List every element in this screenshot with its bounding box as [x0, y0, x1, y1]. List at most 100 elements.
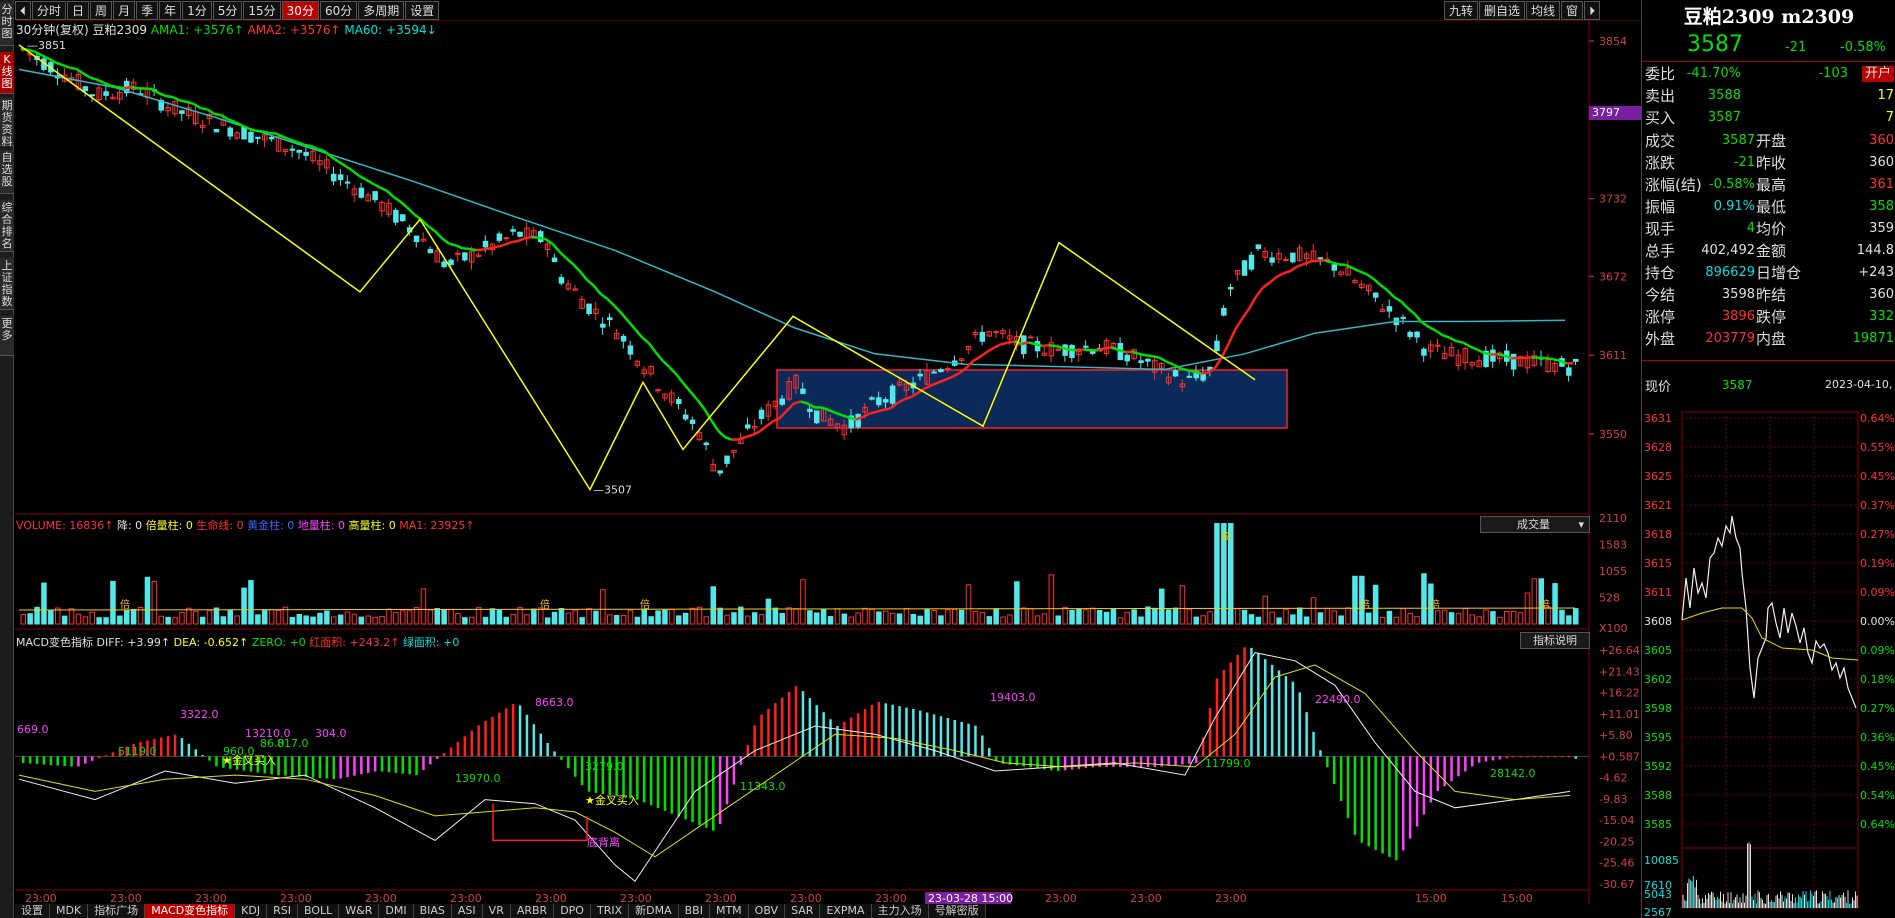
sidebar-item-6[interactable]: 更多: [0, 316, 14, 356]
indicator-tab-5[interactable]: RSI: [267, 904, 298, 918]
indicator-tab-20[interactable]: EXPMA: [820, 904, 872, 918]
volume-bar: [986, 616, 992, 625]
ama-segment: [1428, 325, 1437, 332]
sidebar-item-2[interactable]: 期货资料: [0, 98, 14, 148]
volume-bar: [20, 613, 26, 625]
ama-segment: [675, 373, 685, 385]
ama-segment: [489, 245, 498, 250]
ama-segment: [1220, 343, 1230, 359]
indicator-tab-11[interactable]: VR: [482, 904, 511, 918]
indicator-tab-15[interactable]: 新DMA: [629, 904, 679, 918]
price-tick-label: 3854: [1599, 35, 1627, 48]
toolbar-right-button-4[interactable]: ⏵: [1584, 1, 1601, 20]
orderbook-label: 买入: [1645, 109, 1676, 127]
ama-segment: [765, 420, 774, 428]
intraday-pct-label: 0.09%: [1860, 586, 1895, 599]
period-tab-1[interactable]: 日: [67, 1, 90, 20]
candle-body: [1372, 292, 1379, 298]
volume-bar: [206, 609, 213, 625]
indicator-tab-13[interactable]: DPO: [554, 904, 591, 918]
indicator-tab-4[interactable]: KDJ: [235, 904, 268, 918]
volume-bar: [738, 606, 744, 625]
period-tab-6[interactable]: 1分: [182, 1, 212, 20]
macd-bar: [277, 756, 280, 776]
indicator-tab-21[interactable]: 主力入场: [871, 904, 929, 918]
volume-bar: [1179, 585, 1186, 625]
indicator-tab-2[interactable]: 指标广场: [88, 904, 146, 918]
macd-bar: [580, 756, 584, 786]
macd-bar: [1167, 756, 1170, 766]
indicator-tab-22[interactable]: 号解密版: [928, 904, 986, 918]
ama-segment: [1441, 333, 1450, 339]
indicator-tab-10[interactable]: ASI: [451, 904, 483, 918]
candle-body: [1331, 264, 1337, 271]
indicator-tab-8[interactable]: DMI: [379, 904, 414, 918]
open-account-button[interactable]: 开户: [1861, 66, 1894, 82]
toolbar-right-button-0[interactable]: 九转: [1444, 1, 1479, 20]
candle-body: [807, 408, 813, 412]
period-tab-4[interactable]: 季: [136, 1, 159, 20]
indicator-tab-16[interactable]: BBI: [678, 904, 710, 918]
macd-bar: [1346, 756, 1350, 818]
period-tab-10[interactable]: 60分: [319, 1, 358, 20]
ama-segment: [578, 270, 588, 281]
volume-bar: [475, 607, 482, 625]
sidebar-item-1[interactable]: K线图: [0, 52, 14, 94]
toolbar-right-button-3[interactable]: 窗: [1561, 1, 1584, 20]
indicator-tab-12[interactable]: ARBR: [510, 904, 555, 918]
sidebar-item-4[interactable]: 综合排名: [0, 200, 14, 252]
macd-red-area: 红面积: +243.2↑: [309, 636, 400, 649]
period-toolbar: ⏴ 分时日周月季年 1分 5分 15分 30分 60分 多周期 设置: [15, 1, 440, 20]
ama-segment: [1365, 273, 1375, 280]
volume-bar: [358, 616, 365, 625]
indicator-tab-1[interactable]: MDK: [50, 904, 89, 918]
sidebar-item-5[interactable]: 上证指数: [0, 258, 14, 310]
sidebar-item-3[interactable]: 自选股: [0, 150, 14, 194]
ama-segment: [496, 243, 505, 248]
period-tab-12[interactable]: 设置: [405, 1, 440, 20]
period-tab-8[interactable]: 15分: [243, 1, 281, 20]
volume-indicator-dropdown[interactable]: 成交量 ▾: [1480, 516, 1590, 533]
candle-body: [1435, 344, 1441, 347]
indicator-tab-3[interactable]: MACD变色指标: [145, 904, 236, 918]
volume-bar: [814, 612, 820, 625]
ama-segment: [1469, 345, 1478, 351]
period-tab-2[interactable]: 周: [90, 1, 113, 20]
period-tab-0[interactable]: 分时: [32, 1, 67, 20]
sidebar-item-0[interactable]: 分时图: [0, 2, 14, 46]
indicator-tab-14[interactable]: TRIX: [590, 904, 630, 918]
candle-body: [393, 209, 399, 223]
period-tab-5[interactable]: 年: [159, 1, 182, 20]
volume-bar: [1303, 616, 1310, 625]
macd-tick-label: -30.67: [1599, 878, 1634, 891]
arrow-left-icon[interactable]: ⏴: [15, 1, 32, 20]
stat-label: 最低: [1756, 198, 1787, 216]
toolbar-right-button-1[interactable]: 删自选: [1479, 1, 1526, 20]
period-tab-11[interactable]: 多周期: [358, 1, 405, 20]
volume-bar: [48, 610, 54, 625]
indicator-tab-18[interactable]: OBV: [748, 904, 786, 918]
toolbar-right-button-2[interactable]: 均线: [1526, 1, 1561, 20]
indicator-tab-6[interactable]: BOLL: [297, 904, 340, 918]
ama-segment: [1483, 351, 1491, 356]
ama-segment: [758, 425, 767, 433]
chart-canvas[interactable]: 3854 3797 3732 3672 3611 3550 —3851 —3507 2110 15…: [15, 20, 1641, 904]
indicator-tab-9[interactable]: BIAS: [413, 904, 452, 918]
period-tab-7[interactable]: 5分: [212, 1, 243, 20]
indicator-tab-19[interactable]: SAR: [785, 904, 821, 918]
indicator-tab-0[interactable]: 设置: [15, 904, 50, 918]
indicator-tab-7[interactable]: W&R: [339, 904, 380, 918]
volume-bar: [620, 614, 627, 625]
now-date: 2023-04-10,: [1825, 378, 1893, 391]
candle-body: [855, 413, 861, 428]
macd-tick-label: +11.01: [1599, 708, 1640, 721]
toolbar-right: 九转 删自选 均线窗 ⏵: [1444, 1, 1601, 20]
volume-bar: [469, 616, 475, 625]
indicator-help-button[interactable]: 指标说明: [1520, 632, 1590, 649]
volume-bar: [558, 608, 565, 625]
period-tab-3[interactable]: 月: [113, 1, 136, 20]
intraday-chart[interactable]: 3631 3628 3625 3621 3618 3615 3611 3608 3605 3602…: [1642, 408, 1895, 918]
volume-bar: [848, 616, 854, 625]
period-tab-9[interactable]: 30分: [281, 1, 319, 20]
indicator-tab-17[interactable]: MTM: [709, 904, 749, 918]
